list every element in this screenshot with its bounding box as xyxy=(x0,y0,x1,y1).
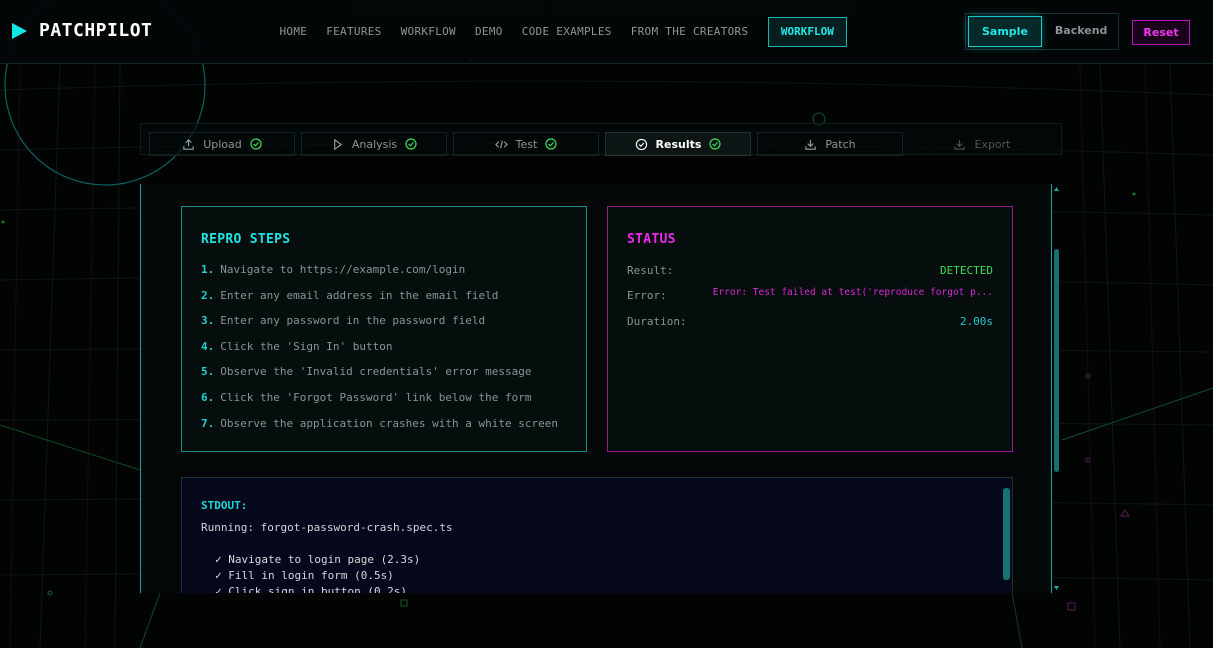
result-label: Result: xyxy=(627,264,674,277)
repro-steps-title: REPRO STEPS xyxy=(201,232,291,247)
list-item: 2. Enter any email address in the email f… xyxy=(201,288,499,302)
list-item: 5. Observe the 'Invalid credentials' erro… xyxy=(201,365,532,379)
step-upload[interactable]: Upload xyxy=(149,132,295,156)
step-label: Patch xyxy=(825,137,856,151)
step-label: Upload xyxy=(203,137,242,151)
step-patch[interactable]: Patch xyxy=(757,132,903,156)
nav-link-workflow[interactable]: WORKFLOW xyxy=(391,17,465,47)
step-label: Analysis xyxy=(351,137,398,151)
nav-link-features[interactable]: FEATURES xyxy=(317,17,391,47)
list-item: ✓ Fill in login form (0.5s) xyxy=(215,569,394,582)
list-item: 6. Click the 'Forgot Password' link below… xyxy=(201,390,532,404)
list-item: 3. Enter any password in the password fie… xyxy=(201,314,486,328)
step-label: Test xyxy=(515,137,538,151)
nav-link-demo[interactable]: DEMO xyxy=(465,17,512,47)
result-value-badge: DETECTED xyxy=(940,264,993,277)
error-value[interactable]: Error: Test failed at test('reproduce fo… xyxy=(713,287,993,298)
results-panel: REPRO STEPS 1. Navigate to https://exampl… xyxy=(140,184,1052,593)
nav-link-code-examples[interactable]: CODE EXAMPLES xyxy=(512,17,621,47)
reset-button[interactable]: Reset xyxy=(1132,20,1190,45)
check-circle-outline-icon xyxy=(635,138,647,150)
mode-sample-button[interactable]: Sample xyxy=(968,16,1042,47)
nav-link-home[interactable]: HOME xyxy=(270,17,317,47)
code-icon xyxy=(494,140,508,148)
repro-steps-card: REPRO STEPS 1. Navigate to https://exampl… xyxy=(181,206,587,452)
stdout-console[interactable]: STDOUT: Running: forgot-password-crash.s… xyxy=(181,477,1013,593)
stdout-running-line: Running: forgot-password-crash.spec.ts xyxy=(201,521,453,534)
download-icon xyxy=(954,139,966,150)
check-circle-icon xyxy=(405,138,417,150)
top-header: PATCHPILOT HOME FEATURES WORKFLOW DEMO C… xyxy=(0,0,1213,64)
list-item: ✓ Click sign in button (0.2s) xyxy=(215,585,408,593)
nav-link-from-the-creators[interactable]: FROM THE CREATORS xyxy=(621,17,758,47)
brand-logo[interactable]: PATCHPILOT xyxy=(12,20,152,41)
upload-icon xyxy=(183,138,194,150)
status-card: STATUS Result: DETECTED Error: Error: Te… xyxy=(607,206,1013,452)
play-logo-icon xyxy=(12,22,27,39)
scroll-up-icon xyxy=(1054,187,1059,191)
play-icon xyxy=(333,138,343,150)
list-item: 7. Observe the application crashes with a… xyxy=(201,416,559,430)
duration-value: 2.00s xyxy=(959,315,993,328)
list-item: 4. Click the 'Sign In' button xyxy=(201,339,393,353)
duration-label: Duration: xyxy=(627,315,687,328)
stdout-lines: ✓ Navigate to login page (2.3s) ✓ Fill i… xyxy=(215,553,420,593)
panel-scroll-thumb[interactable] xyxy=(1054,249,1059,472)
step-analysis[interactable]: Analysis xyxy=(301,132,447,156)
list-item: 1. Navigate to https://example.com/login xyxy=(201,263,466,276)
step-label: Export xyxy=(974,137,1011,151)
error-label: Error: xyxy=(627,289,667,302)
status-title: STATUS xyxy=(627,232,676,247)
list-item: ✓ Navigate to login page (2.3s) xyxy=(215,553,421,566)
download-icon xyxy=(805,139,817,150)
mode-toggle-group: Sample Backend xyxy=(965,13,1119,50)
main-nav: HOME FEATURES WORKFLOW DEMO CODE EXAMPLE… xyxy=(270,17,847,47)
workflow-steps-bar: Upload Analysis Test Results Patch Expor… xyxy=(140,123,1062,156)
panel-scrollbar[interactable] xyxy=(1052,184,1061,593)
stdout-label: STDOUT: xyxy=(201,499,248,512)
stdout-scrollbar[interactable] xyxy=(1003,488,1010,580)
scroll-down-icon xyxy=(1054,586,1059,590)
nav-active-workflow-button[interactable]: WORKFLOW xyxy=(767,17,847,47)
check-circle-icon xyxy=(250,138,262,150)
step-label: Results xyxy=(655,137,702,151)
check-circle-icon xyxy=(545,138,557,150)
step-export: Export xyxy=(909,132,1055,156)
repro-steps-list: 1. Navigate to https://example.com/login … xyxy=(201,263,558,442)
step-results[interactable]: Results xyxy=(605,132,751,156)
check-circle-icon xyxy=(709,138,722,150)
mode-backend-button[interactable]: Backend xyxy=(1042,16,1121,47)
brand-name: PATCHPILOT xyxy=(39,20,153,41)
step-test[interactable]: Test xyxy=(453,132,599,156)
